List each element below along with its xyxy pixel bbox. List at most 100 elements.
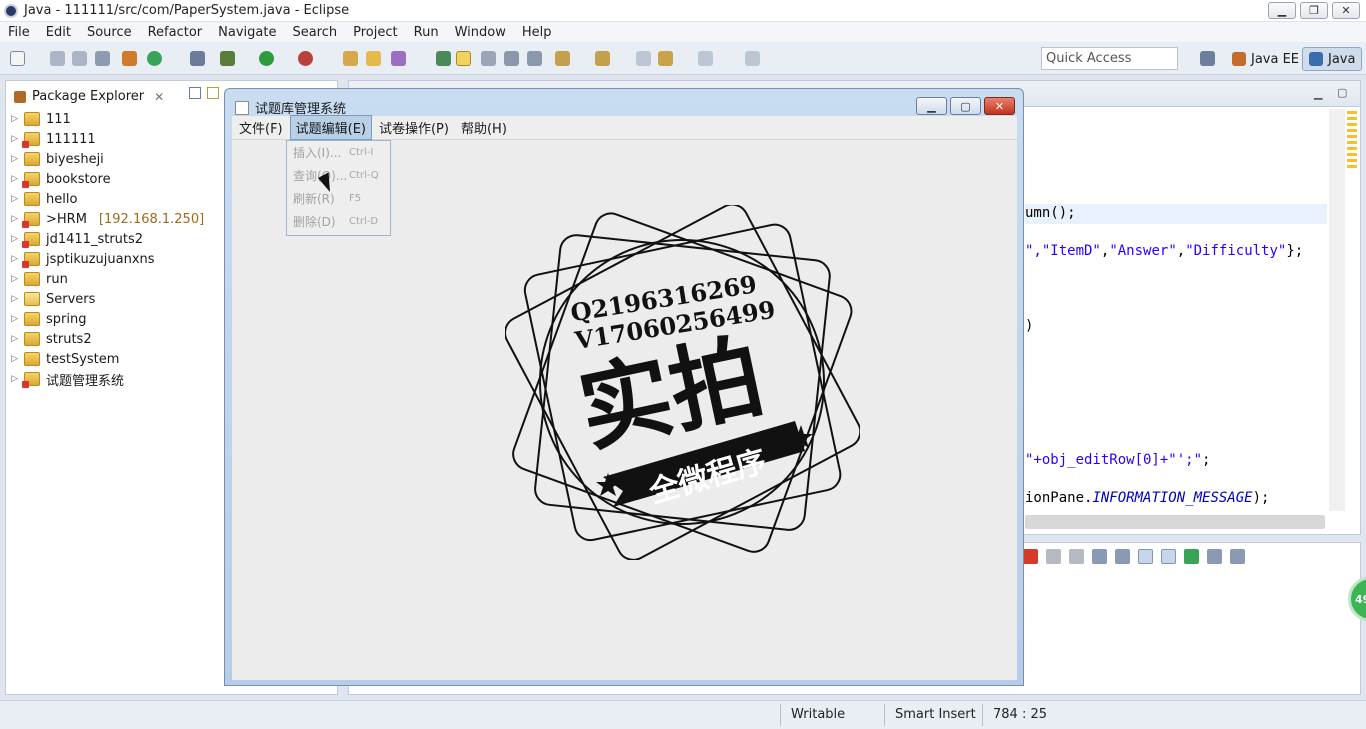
- project-icon: [24, 152, 40, 166]
- maximize-view-icon[interactable]: ▢: [1337, 86, 1347, 99]
- java-ee-icon: [1232, 52, 1246, 66]
- vertical-scrollbar[interactable]: [1329, 109, 1345, 511]
- edit-dropdown-menu: 插入(I)... Ctrl-I 查询(Q)... Ctrl-Q 刷新(R) F5 删除…: [286, 140, 391, 236]
- expand-arrow-icon[interactable]: ▷: [6, 194, 24, 204]
- build-icon[interactable]: [122, 51, 137, 66]
- perspective-java[interactable]: Java: [1302, 47, 1363, 71]
- java-cup-icon: [235, 100, 249, 115]
- terminate-icon[interactable]: [1023, 549, 1038, 564]
- horizontal-scrollbar[interactable]: [1025, 515, 1325, 529]
- menu-search[interactable]: Search: [284, 25, 345, 40]
- expand-arrow-icon[interactable]: ▷: [6, 154, 24, 164]
- run-icon[interactable]: [259, 51, 274, 66]
- menu-paper-ops[interactable]: 试卷操作(P): [374, 116, 454, 139]
- link-editor-icon[interactable]: [207, 87, 219, 99]
- new-icon[interactable]: [10, 51, 25, 66]
- skip-breakpoints-icon[interactable]: [190, 51, 205, 66]
- external-tools-icon[interactable]: [298, 51, 313, 66]
- menu-file-cn[interactable]: 文件(F): [234, 116, 288, 139]
- remove-all-icon[interactable]: [1069, 549, 1084, 564]
- expand-arrow-icon[interactable]: ▷: [6, 354, 24, 364]
- project-icon: [24, 192, 40, 206]
- next-annotation-icon[interactable]: [555, 51, 570, 66]
- expand-arrow-icon[interactable]: ▷: [6, 314, 24, 324]
- project-error-icon: [22, 232, 40, 248]
- open-console-icon[interactable]: [1230, 549, 1245, 564]
- paragraph-icon[interactable]: [527, 51, 542, 66]
- menu-window[interactable]: Window: [447, 25, 514, 40]
- menu-source[interactable]: Source: [79, 25, 140, 40]
- code-line: ): [1025, 318, 1034, 334]
- menu-refactor[interactable]: Refactor: [140, 25, 211, 40]
- last-edit-icon[interactable]: [636, 51, 651, 66]
- status-insert-mode: Smart Insert: [895, 707, 976, 722]
- open-type-icon[interactable]: [436, 51, 451, 66]
- clear-console-icon[interactable]: [1092, 549, 1107, 564]
- scroll-lock-icon[interactable]: [1115, 549, 1130, 564]
- display-console-icon[interactable]: [1207, 549, 1222, 564]
- code-line: umn();: [1025, 205, 1076, 221]
- search-tool-icon[interactable]: [391, 51, 406, 66]
- minimize-view-icon[interactable]: ▁: [1314, 87, 1322, 100]
- print-icon[interactable]: [95, 51, 110, 66]
- menu-help-cn[interactable]: 帮助(H): [456, 116, 512, 139]
- toggle-mark-icon[interactable]: [456, 51, 471, 66]
- word-wrap-icon[interactable]: [1138, 549, 1153, 564]
- menu-project[interactable]: Project: [345, 25, 405, 40]
- menu-item-refresh[interactable]: 刷新(R) F5: [287, 187, 390, 210]
- minimize-button[interactable]: ▁: [1268, 2, 1296, 19]
- back-icon[interactable]: [658, 51, 673, 66]
- close-icon[interactable]: ✕: [154, 90, 164, 104]
- refresh-icon[interactable]: [147, 51, 162, 66]
- open-perspective-icon[interactable]: [1200, 51, 1215, 66]
- show-whitespace-icon[interactable]: [504, 51, 519, 66]
- project-error-icon: [22, 132, 40, 148]
- menu-item-insert[interactable]: 插入(I)... Ctrl-I: [287, 141, 390, 164]
- folder-icon: [24, 292, 40, 306]
- restore-button[interactable]: ❐: [1300, 2, 1328, 19]
- status-cursor-position: 784 : 25: [993, 707, 1047, 722]
- menu-help[interactable]: Help: [514, 25, 560, 40]
- menu-item-delete[interactable]: 删除(D) Ctrl-D: [287, 210, 390, 233]
- block-select-icon[interactable]: [481, 51, 496, 66]
- code-line: "+obj_editRow[0]+"';";: [1025, 452, 1211, 468]
- pin-console-icon[interactable]: [1184, 549, 1199, 564]
- close-button[interactable]: ✕: [1332, 2, 1360, 19]
- quick-access-input[interactable]: Quick Access: [1041, 47, 1178, 70]
- expand-arrow-icon[interactable]: ▷: [6, 294, 24, 304]
- menu-item-query[interactable]: 查询(Q)... Ctrl-Q: [287, 164, 390, 187]
- menu-run[interactable]: Run: [406, 25, 447, 40]
- project-error-icon: [22, 212, 40, 228]
- dialog-menubar: 文件(F) 试题编辑(E) 试卷操作(P) 帮助(H): [232, 115, 1017, 140]
- package-explorer-icon: [14, 90, 26, 103]
- perspective-java-ee[interactable]: Java EE: [1226, 47, 1305, 71]
- window-titlebar: Java - 111111/src/com/PaperSystem.java -…: [0, 0, 1366, 22]
- dialog-minimize-button[interactable]: ▁: [916, 97, 947, 115]
- collapse-all-icon[interactable]: [189, 87, 201, 99]
- dialog-close-button[interactable]: ✕: [984, 97, 1015, 115]
- new-package-icon[interactable]: [343, 51, 358, 66]
- dialog-maximize-button[interactable]: ▢: [950, 97, 981, 115]
- debug-icon[interactable]: [220, 51, 235, 66]
- forward-icon[interactable]: [698, 51, 713, 66]
- status-writable: Writable: [791, 707, 846, 722]
- open-folder-icon[interactable]: [366, 51, 381, 66]
- tab-package-explorer[interactable]: Package Explorer ✕: [6, 81, 173, 107]
- show-console-icon[interactable]: [1161, 549, 1176, 564]
- menu-edit[interactable]: Edit: [38, 25, 79, 40]
- project-error-icon: [22, 252, 40, 268]
- expand-arrow-icon[interactable]: ▷: [6, 274, 24, 284]
- menu-navigate[interactable]: Navigate: [210, 25, 284, 40]
- code-line: ionPane.INFORMATION_MESSAGE);: [1025, 490, 1270, 506]
- expand-arrow-icon[interactable]: ▷: [6, 114, 24, 124]
- prev-annotation-icon[interactable]: [595, 51, 610, 66]
- pin-editor-icon[interactable]: [745, 51, 760, 66]
- menu-question-edit[interactable]: 试题编辑(E): [289, 115, 372, 140]
- save-icon[interactable]: [50, 51, 65, 66]
- save-all-icon[interactable]: [72, 51, 87, 66]
- project-error-icon: [22, 372, 40, 388]
- remove-launch-icon[interactable]: [1046, 549, 1061, 564]
- expand-arrow-icon[interactable]: ▷: [6, 334, 24, 344]
- overview-ruler[interactable]: [1347, 111, 1357, 171]
- menu-file[interactable]: File: [0, 25, 38, 40]
